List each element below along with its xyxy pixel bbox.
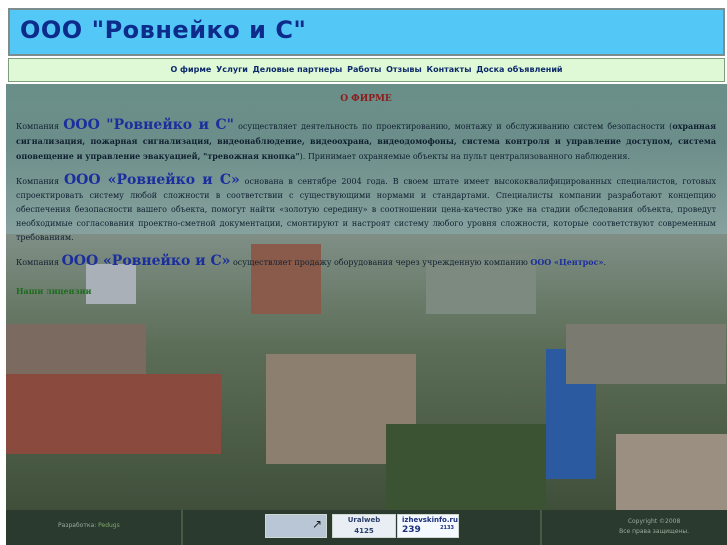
text: осуществляет продажу оборудования через … [230, 258, 531, 267]
nav-item-board[interactable]: Доска объявлений [476, 65, 562, 74]
about-section: О ФИРМЕ Компания ООО "Ровнейко и С" осущ… [16, 92, 716, 298]
counter-value-small: 2133 [440, 525, 454, 531]
licenses-link[interactable]: Наши лицензии [16, 284, 716, 298]
counter-value: 4125 [354, 527, 374, 535]
paragraph-sales: Компания ООО «Ровнейко и С» осуществляет… [16, 254, 716, 270]
site-footer: Разработка: Pedugs ↗ Uralweb 4125 izhevs… [6, 510, 727, 545]
text: Компания [16, 258, 62, 267]
izhevskinfo-counter[interactable]: izhevskinfo.ru 239 2133 [397, 514, 459, 538]
nav-item-contacts[interactable]: Контакты [427, 65, 472, 74]
text: . [603, 258, 607, 267]
main-content: О ФИРМЕ Компания ООО "Ровнейко и С" осущ… [6, 84, 727, 510]
divider [181, 510, 183, 545]
paragraph-history: Компания ООО «Ровнейко и С» основана в с… [16, 173, 716, 245]
paragraph-services: Компания ООО "Ровнейко и С" осуществляет… [16, 118, 716, 164]
text: ). Принимает охраняемые объекты на пульт… [299, 152, 631, 161]
copyright-text: Copyright ©2008 [627, 518, 681, 525]
developer-label: Разработка: [58, 522, 97, 529]
top-nav: О фирме Услуги Деловые партнеры Работы О… [8, 58, 725, 82]
counter-badge[interactable]: ↗ [265, 514, 327, 538]
partner-link[interactable]: ООО «Центрос» [530, 257, 603, 267]
text: осуществляет деятельность по проектирова… [233, 122, 673, 131]
text: Компания [16, 122, 64, 131]
site-title: ООО "Ровнейко и С" [20, 16, 307, 44]
company-name: ООО "Ровнейко и С" [63, 117, 234, 133]
text: Компания [16, 177, 64, 186]
counter-label: izhevskinfo.ru [402, 516, 458, 524]
divider [540, 510, 542, 545]
developer-credit: Разработка: Pedugs [58, 522, 120, 529]
nav-item-reviews[interactable]: Отзывы [386, 65, 422, 74]
nav-item-services[interactable]: Услуги [216, 65, 248, 74]
rights-text: Все права защищены. [619, 528, 689, 535]
cursor-arrow-icon: ↗ [311, 517, 322, 531]
developer-link[interactable]: Pedugs [98, 522, 120, 529]
site-header: ООО "Ровнейко и С" [8, 8, 725, 56]
copyright: Copyright ©2008 Все права защищены. [619, 517, 689, 537]
nav-item-about[interactable]: О фирме [170, 65, 211, 74]
uralweb-counter[interactable]: Uralweb 4125 [332, 514, 396, 538]
section-title: О ФИРМЕ [340, 94, 392, 104]
company-name: ООО «Ровнейко и С» [61, 253, 231, 269]
company-name: ООО «Ровнейко и С» [63, 172, 240, 188]
counter-label: Uralweb [347, 516, 381, 524]
nav-item-partners[interactable]: Деловые партнеры [253, 65, 343, 74]
nav-item-works[interactable]: Работы [347, 65, 381, 74]
counter-value: 239 [402, 525, 421, 535]
